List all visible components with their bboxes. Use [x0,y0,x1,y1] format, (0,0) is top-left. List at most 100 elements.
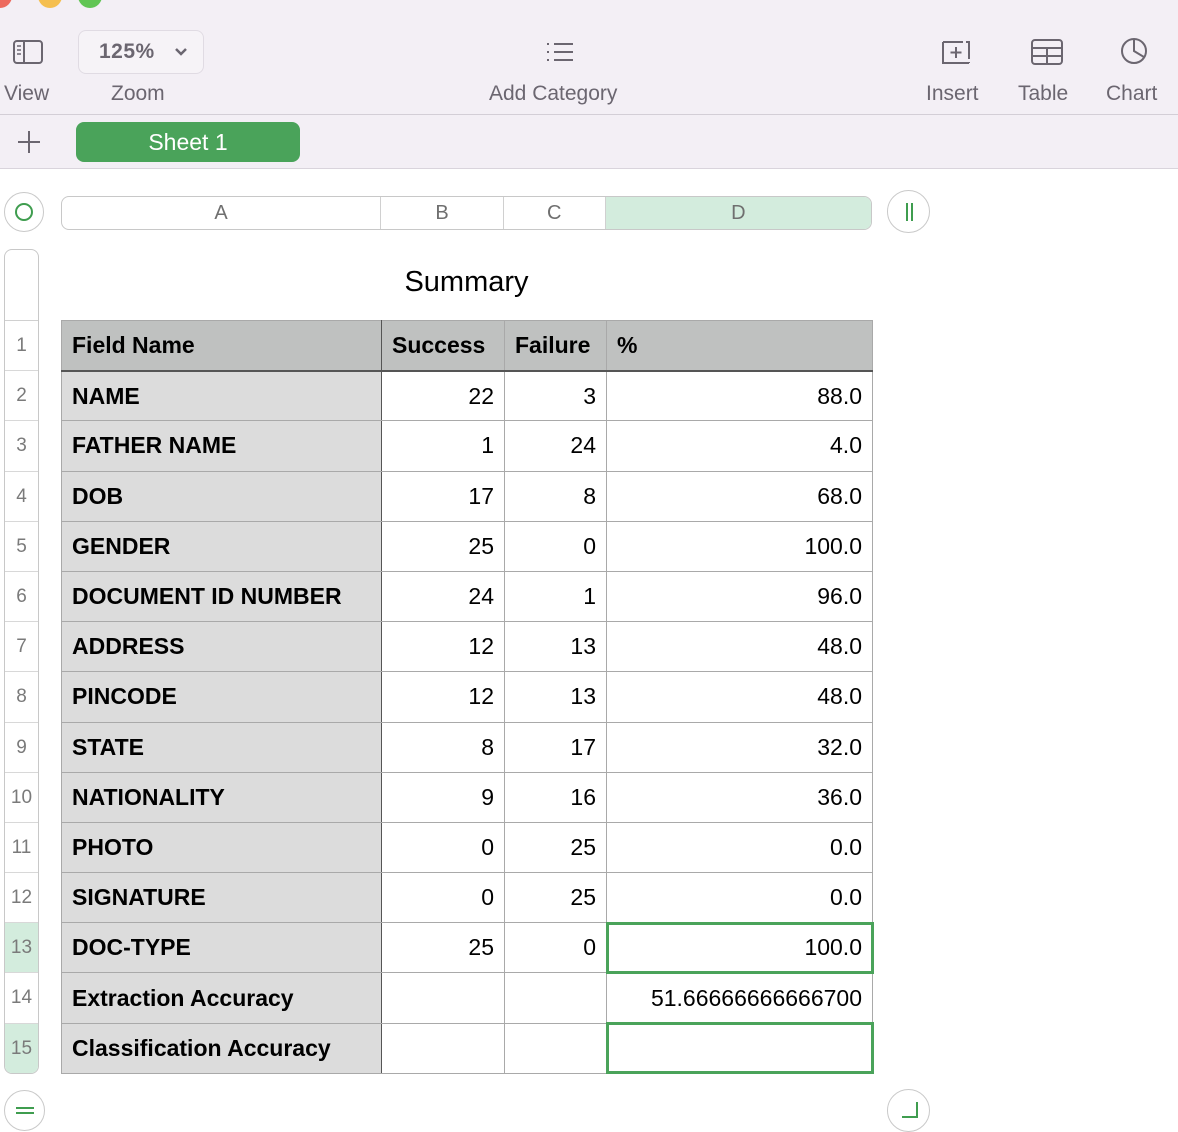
row-header[interactable]: 1 [5,321,38,372]
column-headers: A B C D [61,196,872,230]
percent-cell[interactable] [605,1022,874,1075]
percent-cell[interactable]: 0.0 [606,872,873,924]
row-header[interactable]: 14 [5,973,38,1024]
row-header[interactable]: 9 [5,723,38,773]
table-button[interactable]: Table [1012,0,1082,115]
percent-cell[interactable]: 100.0 [606,520,873,572]
field-name-cell[interactable]: NATIONALITY [61,771,382,823]
percent-cell[interactable]: 4.0 [606,420,873,472]
success-cell[interactable]: 12 [381,671,505,723]
add-row-handle[interactable] [4,1090,45,1131]
failure-cell[interactable]: 25 [504,821,607,874]
row-header[interactable]: 15 [5,1023,38,1073]
success-cell[interactable]: 24 [381,570,505,623]
add-category-button[interactable]: Add Category [480,0,640,115]
percent-cell[interactable]: 48.0 [606,671,873,723]
field-name-cell[interactable]: NAME [61,370,382,422]
header-cell[interactable]: % [606,319,873,372]
field-name-cell[interactable]: PHOTO [61,821,382,874]
success-cell[interactable]: 12 [381,621,505,673]
success-cell[interactable]: 0 [381,872,505,924]
row-header[interactable]: 12 [5,873,38,924]
percent-cell[interactable]: 36.0 [606,771,873,823]
table-row: STATE 8 17 32.0 [61,721,873,773]
header-cell[interactable]: Field Name [61,319,382,372]
field-name-cell[interactable]: DOCUMENT ID NUMBER [61,570,382,623]
row-header[interactable]: 4 [5,472,38,522]
failure-cell[interactable]: 16 [504,771,607,823]
field-name-cell[interactable]: Classification Accuracy [61,1022,382,1074]
column-header-c[interactable]: C [504,197,606,229]
field-name-cell[interactable]: SIGNATURE [61,872,382,924]
row-header[interactable]: 10 [5,773,38,823]
failure-cell[interactable]: 8 [504,470,607,522]
field-name-cell[interactable]: DOC-TYPE [61,922,382,974]
row-headers: 1 2 3 4 5 6 7 8 9 10 11 12 13 14 15 [4,249,39,1074]
row-header[interactable]: 7 [5,622,38,673]
table-row: DOB 17 8 68.0 [61,470,873,522]
header-cell[interactable]: Success [381,319,505,372]
field-name-cell[interactable]: GENDER [61,520,382,572]
success-cell[interactable]: 25 [381,520,505,572]
column-header-d[interactable]: D [605,197,871,229]
column-header-b[interactable]: B [381,197,504,229]
fullscreen-window-button[interactable] [78,0,102,8]
failure-cell[interactable] [504,1022,607,1074]
percent-cell[interactable]: 0.0 [606,821,873,874]
success-cell[interactable] [381,972,505,1024]
row-header[interactable]: 11 [5,823,38,874]
success-cell[interactable]: 8 [381,721,505,773]
row-header[interactable]: 3 [5,421,38,472]
insert-button[interactable]: Insert [920,0,992,115]
add-column-handle[interactable] [887,190,930,233]
success-cell[interactable]: 1 [381,420,505,472]
sidebar-icon [13,40,43,64]
view-button[interactable]: View [0,0,60,115]
failure-cell[interactable]: 3 [504,370,607,422]
failure-cell[interactable] [504,972,607,1024]
sheet-tab-1[interactable]: Sheet 1 [76,122,300,162]
add-sheet-button[interactable] [14,127,44,157]
percent-cell[interactable]: 32.0 [606,721,873,773]
success-cell[interactable]: 25 [381,922,505,974]
field-name-cell[interactable]: ADDRESS [61,621,382,673]
field-name-cell[interactable]: Extraction Accuracy [61,972,382,1024]
chart-button[interactable]: Chart [1100,0,1178,115]
success-cell[interactable]: 22 [381,370,505,422]
failure-cell[interactable]: 25 [504,872,607,924]
failure-cell[interactable]: 17 [504,721,607,773]
percent-cell[interactable]: 96.0 [606,570,873,623]
row-header[interactable]: 6 [5,572,38,623]
failure-cell[interactable]: 1 [504,570,607,623]
success-cell[interactable]: 0 [381,821,505,874]
field-name-cell[interactable]: STATE [61,721,382,773]
failure-cell[interactable]: 0 [504,520,607,572]
success-cell[interactable]: 9 [381,771,505,823]
row-header[interactable]: 8 [5,672,38,723]
zoom-dropdown[interactable]: 125% [78,30,204,74]
percent-cell[interactable]: 100.0 [605,921,874,974]
column-header-a[interactable]: A [62,197,382,229]
table-title[interactable]: Summary [61,266,872,299]
failure-cell[interactable]: 13 [504,671,607,723]
field-name-cell[interactable]: PINCODE [61,671,382,723]
percent-cell[interactable]: 48.0 [606,621,873,673]
select-table-button[interactable] [4,192,44,232]
chart-label: Chart [1106,82,1158,105]
failure-cell[interactable]: 0 [504,922,607,974]
row-header[interactable]: 13 [5,923,38,974]
field-name-cell[interactable]: DOB [61,470,382,522]
row-header[interactable]: 5 [5,522,38,572]
header-cell[interactable]: Failure [504,319,607,372]
resize-table-handle[interactable] [887,1089,930,1132]
failure-cell[interactable]: 24 [504,420,607,472]
percent-cell[interactable]: 68.0 [606,470,873,522]
success-cell[interactable] [381,1022,505,1074]
percent-cell[interactable]: 51.66666666666700 [606,972,873,1024]
success-cell[interactable]: 17 [381,470,505,522]
summary-table: Field Name Success Failure % NAME 22 3 88.0… [61,319,874,1075]
field-name-cell[interactable]: FATHER NAME [61,420,382,472]
row-header[interactable]: 2 [5,371,38,422]
percent-cell[interactable]: 88.0 [606,370,873,422]
failure-cell[interactable]: 13 [504,621,607,673]
